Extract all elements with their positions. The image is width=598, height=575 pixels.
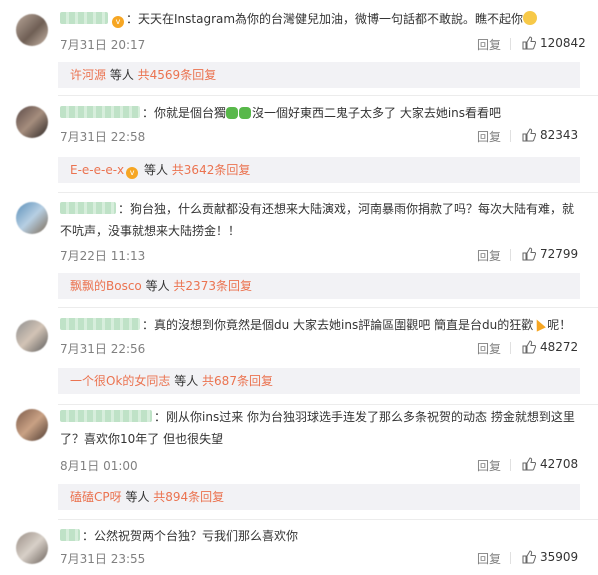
- divider: [58, 95, 598, 96]
- reply-button[interactable]: 回复: [477, 36, 501, 53]
- party-popper-emoji-icon: [533, 317, 547, 331]
- username-blurred[interactable]: [60, 410, 152, 422]
- like-count: 82343: [540, 128, 579, 142]
- like-count: 35909: [540, 550, 579, 564]
- reply-summary[interactable]: 一个很Ok的女同志 等人 共687条回复: [58, 368, 580, 394]
- avatar[interactable]: [16, 409, 48, 441]
- avatar[interactable]: [16, 320, 48, 352]
- reply-button[interactable]: 回复: [477, 128, 501, 145]
- divider: [510, 552, 511, 564]
- reply-count-link[interactable]: 共894条回复: [153, 490, 224, 504]
- comment-text: ：你就是個台獨 沒一個好東西二鬼子太多了 大家去她ins看看吧: [60, 102, 584, 124]
- reply-button[interactable]: 回复: [477, 550, 501, 567]
- comment-date: 7月22日 11:13: [60, 249, 146, 263]
- comment-text: ：狗台独，什么贡献都没有还想来大陆演戏，河南暴雨你捐款了吗？每次大陆有难，就 不…: [60, 202, 575, 238]
- comment-date: 7月31日 23:55: [60, 552, 146, 566]
- thumbs-up-icon[interactable]: [522, 457, 536, 471]
- reply-user-link[interactable]: 磕磕CP呀: [70, 490, 122, 504]
- thumbs-up-icon[interactable]: [522, 36, 536, 50]
- comment-date: 7月31日 20:17: [60, 38, 146, 52]
- username-blurred[interactable]: [60, 529, 80, 541]
- divider: [510, 459, 511, 471]
- divider: [58, 192, 598, 193]
- reply-summary[interactable]: 磕磕CP呀 等人 共894条回复: [58, 484, 580, 510]
- reply-user-link[interactable]: 一个很Ok的女同志: [70, 374, 170, 388]
- comment-date: 7月31日 22:58: [60, 130, 146, 144]
- thumbs-up-icon[interactable]: [522, 340, 536, 354]
- reply-button[interactable]: 回复: [477, 247, 501, 264]
- divider: [58, 519, 598, 520]
- reply-button[interactable]: 回复: [477, 340, 501, 357]
- reply-summary[interactable]: 飘飘的Bosco 等人 共2373条回复: [58, 273, 580, 299]
- divider: [510, 38, 511, 50]
- reply-count-link[interactable]: 共3642条回复: [172, 163, 251, 177]
- divider: [510, 342, 511, 354]
- comment-text: ：刚从你ins过来 你为台独羽球选手连发了那么多条祝贺的动态 捞金就想到这里 了…: [60, 410, 575, 446]
- frog-emoji-icon: [226, 107, 239, 119]
- vip-badge-icon: v: [126, 167, 139, 179]
- reply-count-link[interactable]: 共4569条回复: [138, 68, 217, 82]
- avatar[interactable]: [16, 106, 48, 138]
- reply-count-link[interactable]: 共2373条回复: [173, 279, 252, 293]
- avatar[interactable]: [16, 532, 48, 564]
- thumbs-up-icon[interactable]: [522, 550, 536, 564]
- like-count: 72799: [540, 247, 579, 261]
- thumbs-up-icon[interactable]: [522, 128, 536, 142]
- reply-button[interactable]: 回复: [477, 457, 501, 474]
- avatar[interactable]: [16, 202, 48, 234]
- reply-user-link[interactable]: E-e-e-e-x: [70, 163, 124, 177]
- like-count: 42708: [540, 457, 579, 471]
- like-count: 120842: [540, 36, 586, 50]
- username-blurred[interactable]: [60, 318, 140, 330]
- username-blurred[interactable]: [60, 12, 108, 24]
- reply-summary[interactable]: 许河源 等人 共4569条回复: [58, 62, 580, 88]
- comment-date: 8月1日 01:00: [60, 459, 138, 473]
- divider: [510, 130, 511, 142]
- divider: [58, 404, 598, 405]
- reply-user-link[interactable]: 许河源: [70, 68, 106, 82]
- comment-date: 7月31日 22:56: [60, 342, 146, 356]
- username-blurred[interactable]: [60, 202, 116, 214]
- divider: [510, 249, 511, 261]
- username-blurred[interactable]: [60, 106, 140, 118]
- avatar[interactable]: [16, 14, 48, 46]
- frog-emoji-icon: [239, 107, 252, 119]
- comment-text: ：公然祝贺两个台独？亏我们那么喜欢你: [60, 525, 584, 547]
- reply-count-link[interactable]: 共687条回复: [202, 374, 273, 388]
- reply-summary[interactable]: E-e-e-e-x v 等人 共3642条回复: [58, 157, 580, 183]
- like-count: 48272: [540, 340, 579, 354]
- smile-emoji-icon: [523, 11, 538, 25]
- thumbs-up-icon[interactable]: [522, 247, 536, 261]
- comment-text: ：真的沒想到你竟然是個du 大家去她ins評論區圍觀吧 簡直是台du的狂歡 呢！: [60, 314, 584, 336]
- vip-badge-icon: v: [112, 16, 124, 28]
- divider: [58, 307, 598, 308]
- reply-user-link[interactable]: 飘飘的Bosco: [70, 279, 142, 293]
- comment-text: v ：天天在Instagram為你的台灣健兒加油，微博一句話都不敢說。瞧不起你: [60, 8, 584, 30]
